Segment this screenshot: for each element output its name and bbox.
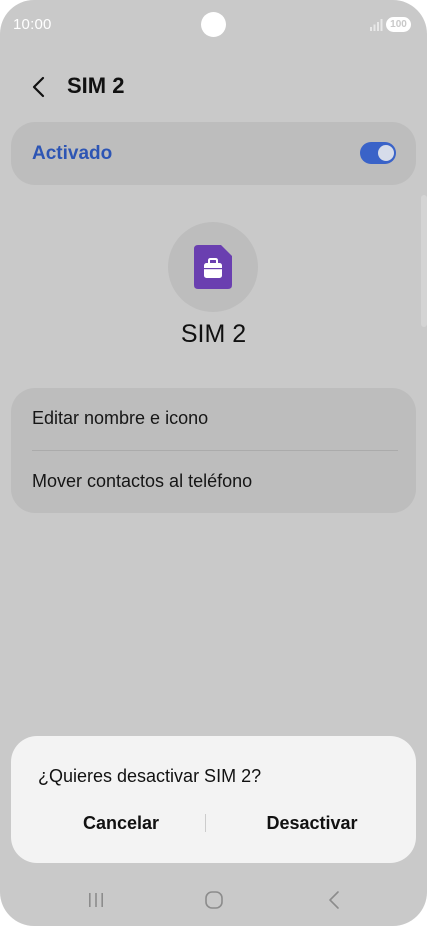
dialog-title: ¿Quieres desactivar SIM 2?: [38, 766, 262, 786]
confirm-dialog: ¿Quieres desactivar SIM 2? Cancelar Desa…: [11, 736, 416, 863]
phone-screen: 10:00 100 SIM 2 Activado SIM 2 Editar no…: [0, 0, 427, 926]
cancel-button[interactable]: Cancelar: [31, 806, 211, 840]
master-switch-label: Activado: [32, 143, 113, 164]
toggle-knob: [378, 145, 394, 161]
page-title: SIM 2: [67, 73, 125, 98]
battery-icon: 100: [386, 17, 411, 32]
scroll-indicator[interactable]: [421, 195, 427, 327]
option-label: Editar nombre e icono: [32, 408, 209, 428]
status-time: 10:00: [13, 16, 52, 33]
options-card: Editar nombre e icono Mover contactos al…: [11, 388, 416, 513]
master-switch-card[interactable]: Activado: [11, 122, 416, 185]
button-separator: [205, 814, 206, 832]
option-move-contacts[interactable]: Mover contactos al teléfono: [11, 451, 416, 513]
option-label: Mover contactos al teléfono: [32, 471, 253, 491]
sim-card-icon: [194, 245, 232, 289]
recents-icon[interactable]: [84, 888, 108, 912]
master-switch-toggle[interactable]: [360, 142, 396, 164]
home-icon[interactable]: [202, 888, 226, 912]
signal-icon: [370, 19, 383, 31]
deactivate-button[interactable]: Desactivar: [218, 806, 406, 840]
navigation-bar: [0, 880, 427, 920]
chevron-left-icon[interactable]: [26, 73, 54, 101]
sim-name: SIM 2: [180, 320, 247, 348]
camera-cutout-icon: [201, 12, 226, 37]
back-icon[interactable]: [322, 888, 346, 912]
option-edit-name-icon[interactable]: Editar nombre e icono: [11, 388, 416, 450]
status-bar: 10:00 100: [0, 0, 427, 50]
sim-icon-container: [168, 222, 258, 312]
